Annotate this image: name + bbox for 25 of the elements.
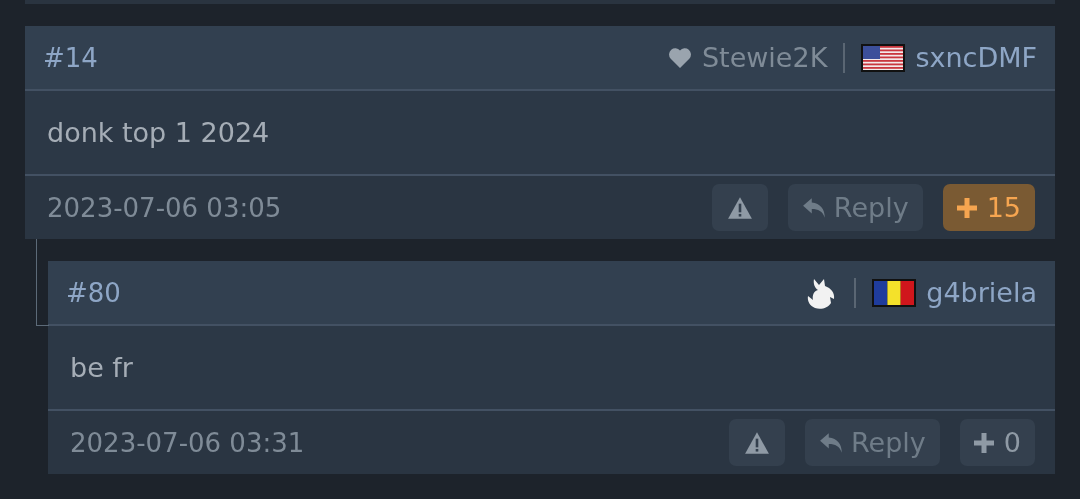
- post-number: #14: [43, 42, 98, 73]
- plus-icon: [956, 197, 977, 218]
- warning-icon: [726, 195, 753, 220]
- report-button[interactable]: [711, 184, 768, 231]
- heart-icon: [667, 46, 692, 69]
- post-number: #80: [66, 277, 121, 308]
- flag-icon: [861, 43, 906, 72]
- upvote-button[interactable]: 15: [942, 184, 1035, 231]
- comment-text: donk top 1 2024: [47, 117, 270, 148]
- reply-arrow-icon: [801, 196, 828, 219]
- upvote-button[interactable]: 0: [959, 419, 1035, 466]
- reply-button[interactable]: Reply: [787, 184, 923, 231]
- flag-icon: [872, 278, 917, 307]
- separator-bar: [854, 277, 857, 308]
- fan-name: Stewie2K: [701, 42, 828, 73]
- separator-bar: [843, 42, 846, 73]
- comment-text: be fr: [70, 352, 133, 383]
- post-date: 2023-07-06 03:31: [70, 427, 305, 458]
- report-button[interactable]: [729, 419, 786, 466]
- author-name[interactable]: sxncDMF: [915, 42, 1037, 73]
- post-date: 2023-07-06 03:05: [47, 192, 282, 223]
- reply-button[interactable]: Reply: [805, 419, 940, 466]
- plus-icon: [973, 432, 994, 453]
- author-name[interactable]: g4briela: [926, 277, 1037, 308]
- warning-icon: [744, 430, 771, 455]
